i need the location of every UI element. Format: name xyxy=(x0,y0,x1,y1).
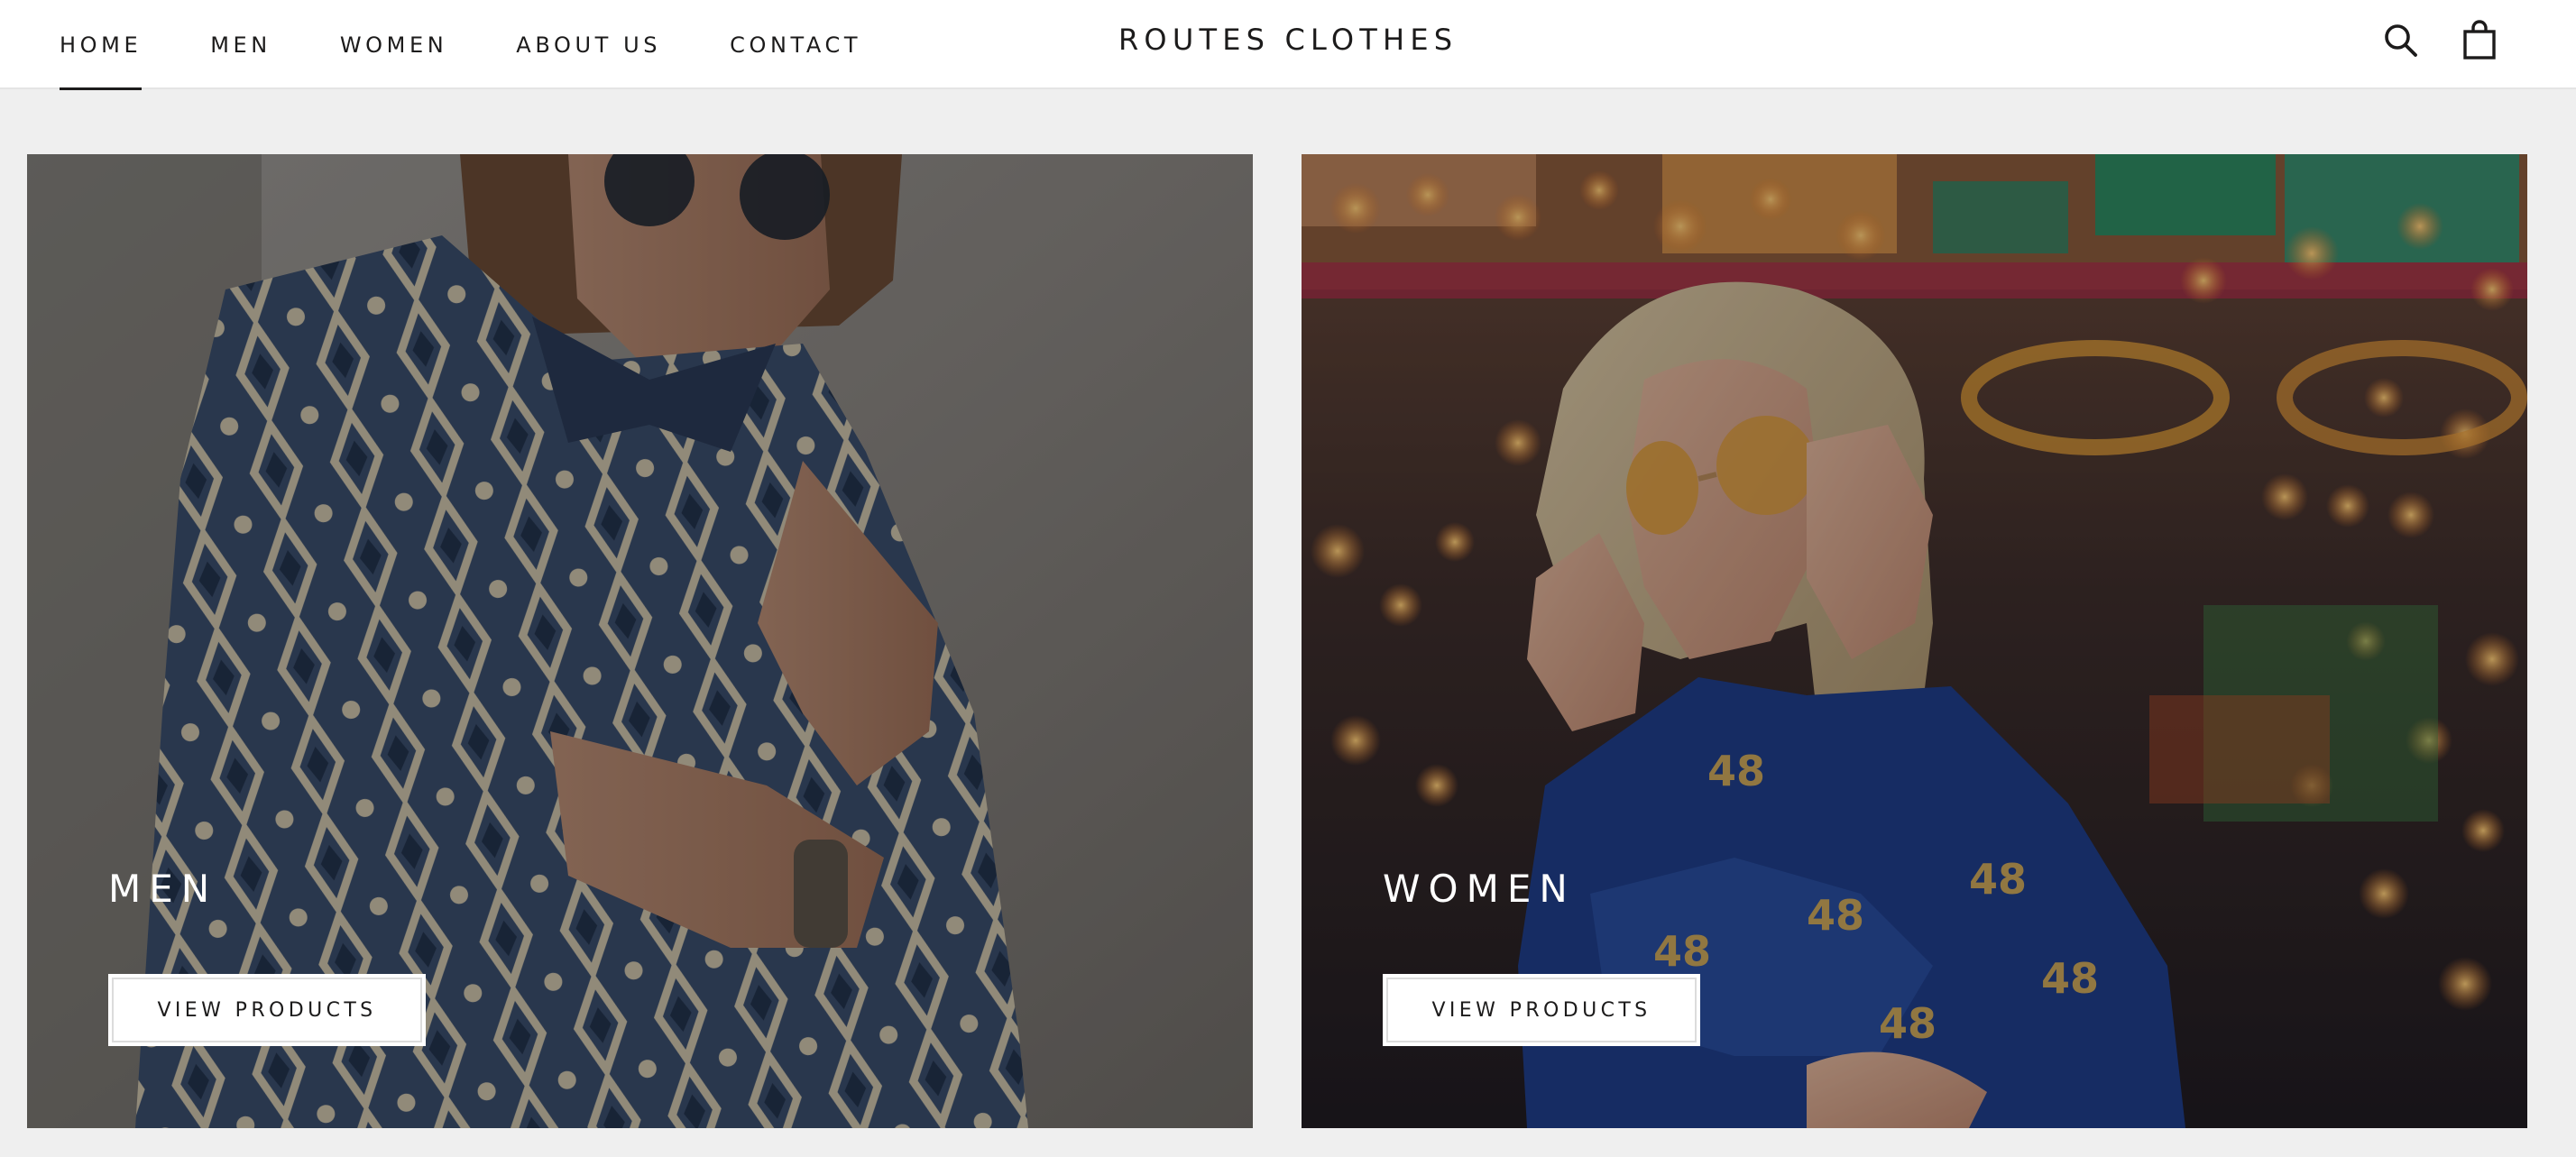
main-navigation: HOME MEN WOMEN ABOUT US CONTACT xyxy=(60,0,861,90)
nav-item-about-us[interactable]: ABOUT US xyxy=(516,0,661,89)
shopping-bag-icon[interactable] xyxy=(2461,20,2498,60)
search-icon[interactable] xyxy=(2381,20,2419,60)
nav-item-contact[interactable]: CONTACT xyxy=(730,0,861,89)
nav-item-men[interactable]: MEN xyxy=(210,0,271,89)
view-products-button[interactable]: VIEW PRODUCTS xyxy=(1383,974,1700,1046)
collection-tile-women[interactable]: 48 48 48 48 48 48 WOMEN VIEW PRODUCTS xyxy=(1302,154,2527,1128)
header-actions xyxy=(2381,0,2498,79)
nav-item-home[interactable]: HOME xyxy=(60,0,143,90)
view-products-button[interactable]: VIEW PRODUCTS xyxy=(108,974,426,1046)
collection-tile-men[interactable]: MEN VIEW PRODUCTS xyxy=(27,154,1253,1128)
nav-item-women[interactable]: WOMEN xyxy=(340,0,447,89)
site-header: HOME MEN WOMEN ABOUT US CONTACT ROUTES C… xyxy=(0,0,2576,90)
collection-title: WOMEN xyxy=(1383,867,1576,911)
brand-logo[interactable]: ROUTES CLOTHES xyxy=(1118,0,1458,79)
collection-title: MEN xyxy=(108,867,218,911)
